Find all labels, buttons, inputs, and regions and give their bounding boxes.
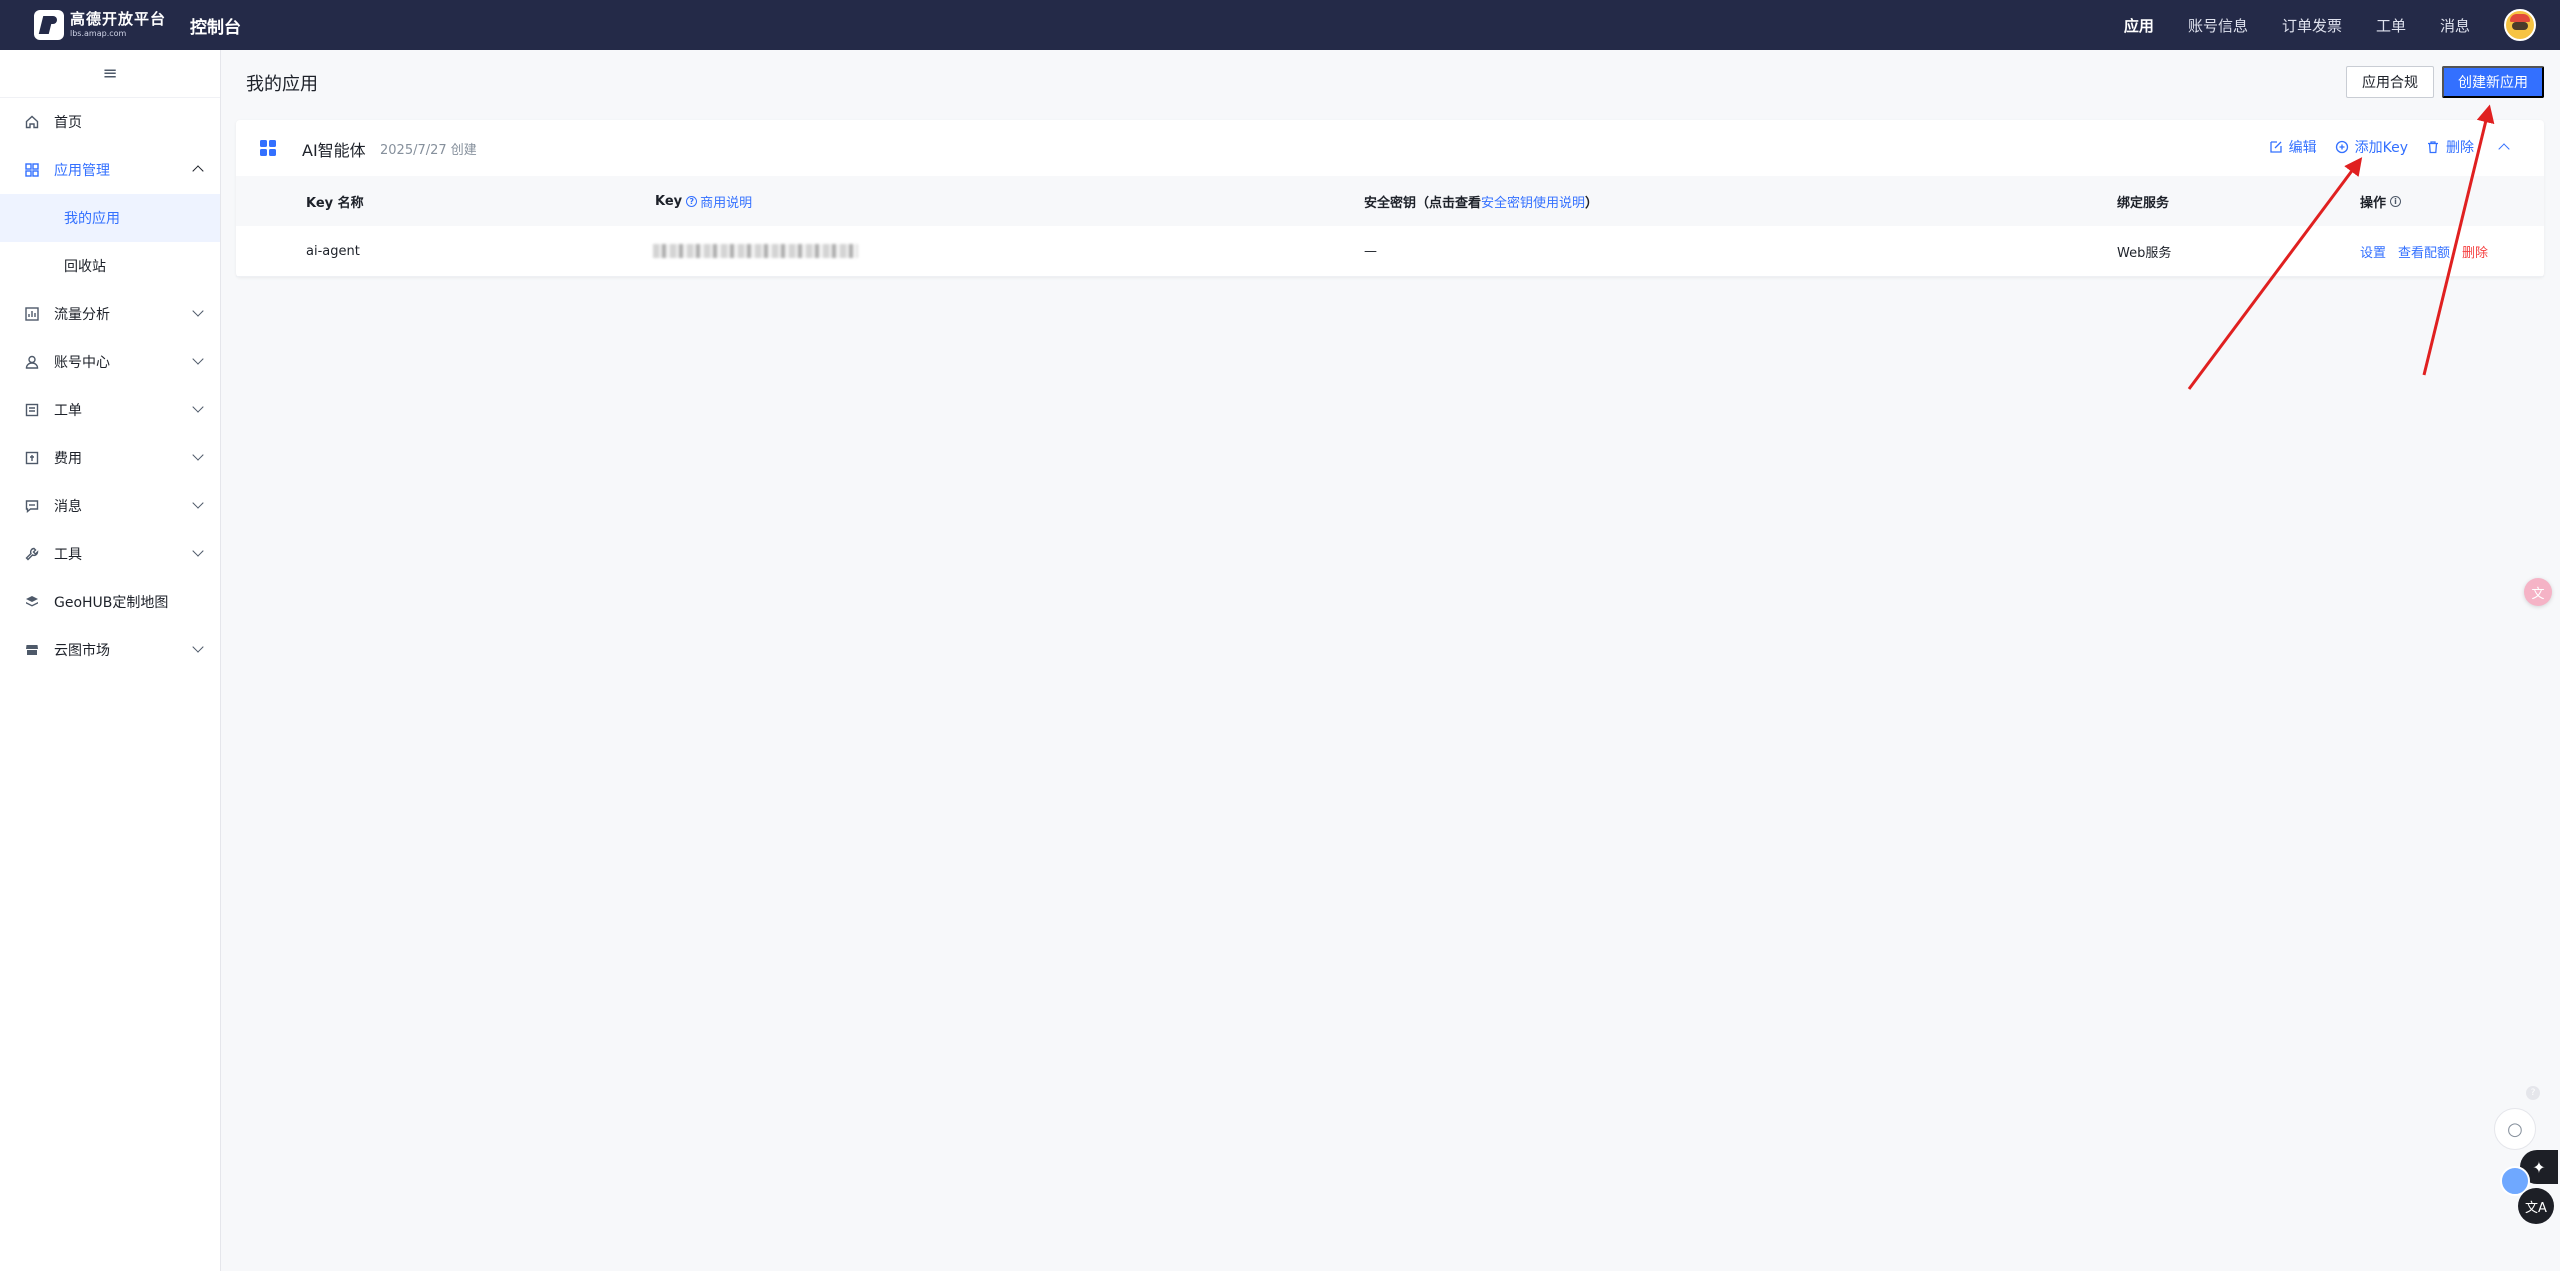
create-app-button[interactable]: 创建新应用: [2442, 66, 2544, 98]
amap-logo[interactable]: 高德开放平台 lbs.amap.com: [34, 10, 166, 40]
sidebar-item-label: 消息: [54, 499, 82, 515]
nav-orders-invoices[interactable]: 订单发票: [2282, 15, 2342, 36]
user-icon: [24, 354, 40, 370]
top-bar: 高德开放平台 lbs.amap.com 控制台 应用 账号信息 订单发票 工单 …: [0, 0, 2560, 50]
nav-tickets[interactable]: 工单: [2376, 15, 2406, 36]
chart-icon: [24, 306, 40, 322]
app-compliance-button[interactable]: 应用合规: [2346, 66, 2434, 98]
sidebar-item-label: 流量分析: [54, 307, 110, 323]
app-actions: 编辑 添加Key 删除: [2269, 137, 2510, 157]
chevron-down-icon: [192, 305, 204, 317]
sidebar-item-account-center[interactable]: 账号中心: [0, 338, 220, 386]
add-key-button[interactable]: 添加Key: [2335, 137, 2408, 157]
layers-icon: [24, 594, 40, 610]
secret-cell: —: [1364, 243, 1377, 259]
chevron-down-icon: [192, 641, 204, 653]
lightbulb-icon[interactable]: ○: [2494, 1108, 2536, 1150]
sidebar-item-label: 账号中心: [54, 355, 110, 371]
translate-icon[interactable]: 文A: [2518, 1188, 2554, 1224]
logo-mark-icon: [34, 10, 64, 40]
sidebar: ≡ 首页 应用管理 我的应用 回收站 流量分析 账号中心 工单 费用 消息 工具…: [0, 50, 221, 1271]
redacted-key: [653, 244, 858, 258]
key-table-header: Key 名称 Key ? 商用说明 安全密钥（点击查看 安全密钥使用说明 ） 绑…: [236, 176, 2544, 226]
sidebar-item-geohub[interactable]: GeoHUB定制地图: [0, 578, 220, 626]
sidebar-item-tickets[interactable]: 工单: [0, 386, 220, 434]
user-avatar[interactable]: [2504, 9, 2536, 41]
col-key: Key ? 商用说明: [655, 192, 753, 211]
secret-usage-link[interactable]: 安全密钥使用说明: [1481, 192, 1585, 211]
app-grid-icon: [260, 140, 276, 156]
menu-collapse-icon[interactable]: ≡: [0, 50, 220, 98]
settings-link[interactable]: 设置: [2360, 242, 2386, 261]
app-created-date: 2025/7/27 创建: [380, 143, 477, 158]
store-icon: [24, 642, 40, 658]
console-title: 控制台: [190, 18, 241, 38]
info-icon[interactable]: i: [2390, 195, 2402, 207]
sidebar-item-traffic-analysis[interactable]: 流量分析: [0, 290, 220, 338]
fee-icon: [24, 450, 40, 466]
service-cell: Web服务: [2117, 245, 2172, 261]
wrench-icon: [24, 546, 40, 562]
sidebar-item-label: 费用: [54, 451, 82, 467]
key-value-cell: [653, 226, 858, 276]
logo-subtext: lbs.amap.com: [70, 29, 127, 38]
chevron-up-icon: [192, 165, 204, 177]
logo-text: 高德开放平台: [70, 10, 167, 28]
delete-key-link[interactable]: 删除: [2462, 242, 2488, 261]
translate-float-icon[interactable]: 文: [2524, 578, 2552, 606]
sidebar-subitem-recycle-bin[interactable]: 回收站: [0, 242, 220, 290]
nav-account-info[interactable]: 账号信息: [2188, 15, 2248, 36]
col-bound-service: 绑定服务: [2117, 195, 2170, 211]
sidebar-item-label: 应用管理: [54, 163, 110, 179]
sidebar-item-tools[interactable]: 工具: [0, 530, 220, 578]
home-icon: [24, 114, 40, 130]
sidebar-item-fees[interactable]: 费用: [0, 434, 220, 482]
nav-apps[interactable]: 应用: [2124, 15, 2154, 36]
table-row: ai-agent — Web服务 设置 查看配额 删除: [236, 226, 2544, 277]
sidebar-item-label: GeoHUB定制地图: [54, 595, 169, 611]
delete-app-button[interactable]: 删除: [2426, 137, 2474, 157]
sidebar-item-label: 云图市场: [54, 643, 110, 659]
chevron-down-icon: [192, 545, 204, 557]
edit-icon: [2269, 141, 2282, 153]
view-quota-link[interactable]: 查看配额: [2398, 242, 2450, 261]
key-name-cell: ai-agent: [306, 243, 360, 259]
page-title: 我的应用: [246, 74, 318, 95]
app-card: AI智能体 2025/7/27 创建 编辑 添加Key 删除 Key 名称 Ke…: [236, 120, 2544, 277]
col-secret: 安全密钥（点击查看 安全密钥使用说明 ）: [1364, 176, 1598, 226]
sidebar-subitem-my-apps[interactable]: 我的应用: [0, 194, 220, 242]
chevron-down-icon: [192, 497, 204, 509]
top-nav: 应用 账号信息 订单发票 工单 消息: [2124, 0, 2470, 50]
collapse-card-chevron-icon[interactable]: [2498, 143, 2510, 155]
ticket-icon: [24, 402, 40, 418]
sidebar-item-label: 首页: [54, 115, 82, 131]
app-name: AI智能体: [302, 141, 366, 160]
sidebar-item-label: 工具: [54, 547, 82, 563]
trash-icon: [2428, 141, 2438, 154]
help-small-icon[interactable]: ?: [2526, 1086, 2540, 1100]
chevron-down-icon: [192, 353, 204, 365]
sidebar-item-home[interactable]: 首页: [0, 98, 220, 146]
info-icon: ?: [686, 195, 698, 207]
sidebar-item-cloud-map-market[interactable]: 云图市场: [0, 626, 220, 674]
col-key-name: Key 名称: [306, 195, 364, 211]
chevron-down-icon: [192, 401, 204, 413]
sidebar-item-app-management[interactable]: 应用管理: [0, 146, 220, 194]
sidebar-item-messages[interactable]: 消息: [0, 482, 220, 530]
commercial-use-link[interactable]: 商用说明: [700, 192, 752, 211]
message-icon: [24, 498, 40, 514]
edit-app-button[interactable]: 编辑: [2269, 137, 2317, 157]
nav-messages[interactable]: 消息: [2440, 15, 2470, 36]
operations-cell: 设置 查看配额 删除: [2360, 226, 2488, 276]
sidebar-item-label: 工单: [54, 403, 82, 419]
add-circle-icon: [2335, 140, 2348, 154]
grid-icon: [24, 162, 40, 178]
chevron-down-icon: [192, 449, 204, 461]
col-operations: 操作 i: [2360, 176, 2404, 226]
app-card-header: AI智能体 2025/7/27 创建 编辑 添加Key 删除: [236, 120, 2544, 176]
